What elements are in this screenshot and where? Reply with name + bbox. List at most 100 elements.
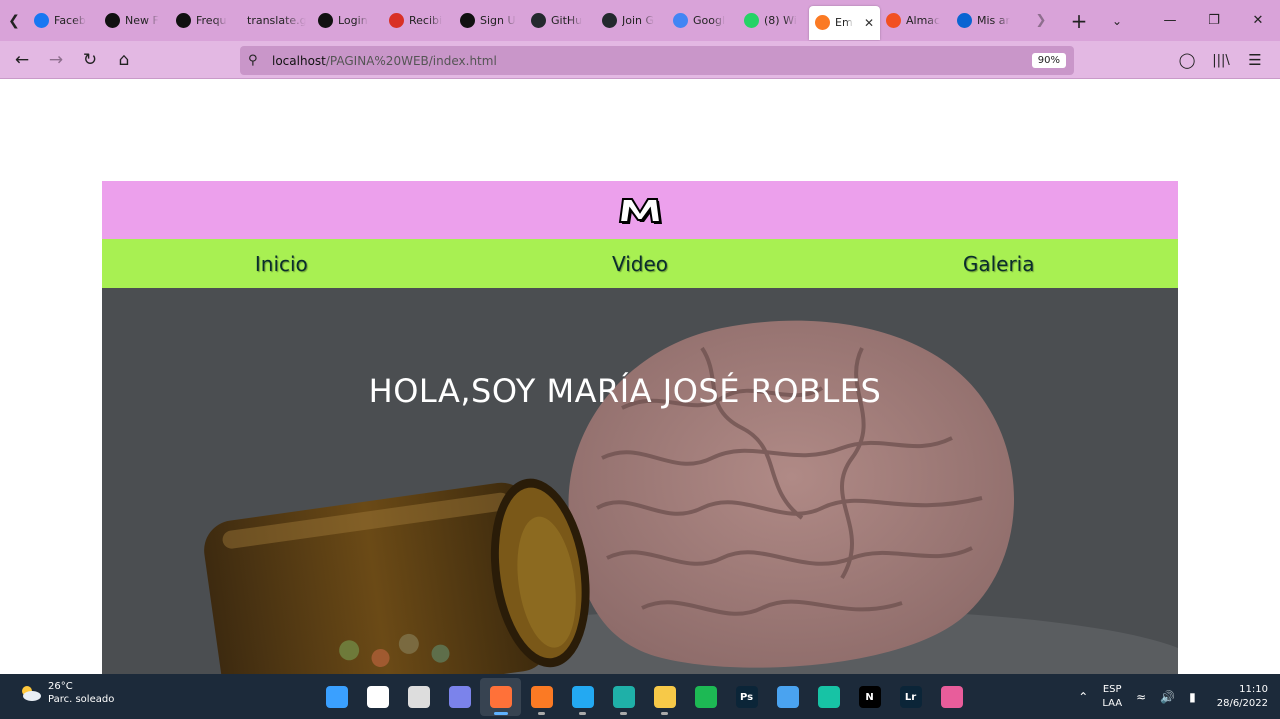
browser-tab[interactable]: Sign U	[454, 6, 525, 36]
browser-tab[interactable]: Faceb	[28, 6, 99, 36]
windows-start-icon	[325, 686, 348, 708]
tab-label: Sign U	[480, 14, 516, 27]
browser-tab[interactable]: translate.g	[241, 6, 312, 36]
browser-tab[interactable]: Almac	[880, 6, 951, 36]
task-view-taskbar-button[interactable]	[398, 678, 439, 716]
tab-label: Login	[338, 14, 368, 27]
language-code: ESP	[1102, 683, 1122, 695]
web-page-viewport: Inicio Video Galeria HOLA,SOY MARÍA JOSÉ…	[0, 80, 1280, 674]
tab-label: GitHu	[551, 14, 583, 27]
browser-tab[interactable]: Login	[312, 6, 383, 36]
tab-scroll-left-icon[interactable]: ❮	[0, 0, 28, 41]
cube-app-icon	[940, 686, 963, 708]
edge-icon	[612, 686, 635, 708]
triangle-logo-icon	[460, 13, 475, 28]
forward-icon[interactable]: →	[39, 43, 73, 77]
hero-banner: HOLA,SOY MARÍA JOSÉ ROBLES	[102, 288, 1178, 674]
tab-label: Mis ar	[977, 14, 1011, 27]
photoshop-taskbar-button[interactable]: Ps	[726, 678, 767, 716]
close-window-icon[interactable]: ✕	[1236, 0, 1280, 41]
edge-taskbar-button[interactable]	[603, 678, 644, 716]
file-explorer-taskbar-button[interactable]	[644, 678, 685, 716]
reload-icon[interactable]: ↻	[73, 43, 107, 77]
new-tab-icon[interactable]: +	[1060, 0, 1098, 41]
running-indicator	[538, 712, 545, 715]
cube-app-taskbar-button[interactable]	[931, 678, 972, 716]
search-taskbar-button[interactable]	[357, 678, 398, 716]
taskbar-apps: Ps N Lr	[316, 678, 972, 716]
triangle-logo-icon	[176, 13, 191, 28]
tab-label: Frequ	[196, 14, 227, 27]
photoshop-icon: Ps	[735, 686, 758, 708]
input-language-indicator[interactable]: ESP LAA	[1102, 683, 1122, 711]
address-bar[interactable]: ⚲ localhost/PAGINA%20WEB/index.html 90%	[240, 46, 1074, 75]
windows-start-taskbar-button[interactable]	[316, 678, 357, 716]
xampp-taskbar-button[interactable]	[521, 678, 562, 716]
task-view-icon	[407, 686, 430, 708]
microsoft-icon	[886, 13, 901, 28]
windows-taskbar: 26°C Parc. soleado Ps N Lr ⌃ ESP LAA ≈ 🔊 ▮…	[0, 674, 1280, 719]
tab-scroll-right-icon[interactable]: ❯	[1022, 0, 1060, 41]
store-icon	[776, 686, 799, 708]
clock-time: 11:10	[1239, 683, 1268, 695]
browser-tab[interactable]: (8) Wi	[738, 6, 809, 36]
tab-label: New F	[125, 14, 159, 27]
browser-tab[interactable]: Recibi	[383, 6, 454, 36]
window-controls: — ❐ ✕	[1148, 0, 1280, 41]
hero-background-image	[102, 288, 1178, 674]
restore-icon[interactable]: ❐	[1192, 0, 1236, 41]
nav-link-galeria[interactable]: Galeria	[819, 252, 1178, 276]
whatsapp-icon	[744, 13, 759, 28]
close-tab-icon[interactable]: ✕	[864, 16, 874, 30]
pocket-icon[interactable]: ◯	[1170, 43, 1204, 77]
site-container: Inicio Video Galeria HOLA,SOY MARÍA JOSÉ…	[102, 181, 1178, 674]
site-logo[interactable]	[615, 192, 665, 228]
onedrive-icon	[957, 13, 972, 28]
vscode-taskbar-button[interactable]	[562, 678, 603, 716]
lightroom-taskbar-button[interactable]: Lr	[890, 678, 931, 716]
file-explorer-icon	[653, 686, 676, 708]
minimize-icon[interactable]: —	[1148, 0, 1192, 41]
tab-label: Faceb	[54, 14, 86, 27]
nav-link-inicio[interactable]: Inicio	[102, 252, 461, 276]
running-indicator	[494, 712, 508, 715]
partly-sunny-icon	[22, 686, 41, 701]
github-icon	[531, 13, 546, 28]
volume-icon[interactable]: 🔊	[1160, 690, 1175, 704]
nav-link-video[interactable]: Video	[461, 252, 820, 276]
vscode-icon	[571, 686, 594, 708]
teams-chat-taskbar-button[interactable]	[439, 678, 480, 716]
menu-icon[interactable]: ☰	[1238, 43, 1272, 77]
wifi-icon[interactable]: ≈	[1136, 690, 1146, 704]
store-taskbar-button[interactable]	[767, 678, 808, 716]
browser-tab-strip: ❮ Faceb New F Frequ translate.g Login Recibi S…	[0, 0, 1280, 41]
browser-tab[interactable]: Googl	[667, 6, 738, 36]
google-translate-icon	[673, 13, 688, 28]
home-icon[interactable]: ⌂	[107, 43, 141, 77]
toolbar-right: ◯ |||\ ☰	[1170, 41, 1272, 79]
browser-tab[interactable]: Join G	[596, 6, 667, 36]
running-indicator	[661, 712, 668, 715]
list-all-tabs-icon[interactable]: ⌄	[1098, 0, 1136, 41]
battery-icon[interactable]: ▮	[1189, 690, 1196, 704]
clock[interactable]: 11:10 28/6/2022	[1217, 683, 1268, 711]
tab-label: translate.g	[247, 14, 306, 27]
browser-tab[interactable]: Em ✕	[809, 5, 880, 40]
back-icon[interactable]: ←	[5, 43, 39, 77]
filmora-taskbar-button[interactable]	[808, 678, 849, 716]
firefox-taskbar-button[interactable]	[480, 678, 521, 716]
spotify-taskbar-button[interactable]	[685, 678, 726, 716]
browser-tab[interactable]: Frequ	[170, 6, 241, 36]
netflix-taskbar-button[interactable]: N	[849, 678, 890, 716]
tab-label: Em	[835, 16, 853, 29]
tab-tools: ❯ + ⌄	[1022, 0, 1136, 41]
browser-tab[interactable]: GitHu	[525, 6, 596, 36]
weather-widget[interactable]: 26°C Parc. soleado	[18, 680, 114, 706]
search-icon	[366, 686, 389, 708]
spotify-icon	[694, 686, 717, 708]
zoom-level-button[interactable]: 90%	[1031, 53, 1066, 68]
browser-tab[interactable]: Mis ar	[951, 6, 1022, 36]
library-icon[interactable]: |||\	[1204, 43, 1238, 77]
show-hidden-icons-icon[interactable]: ⌃	[1078, 690, 1088, 704]
browser-tab[interactable]: New F	[99, 6, 170, 36]
